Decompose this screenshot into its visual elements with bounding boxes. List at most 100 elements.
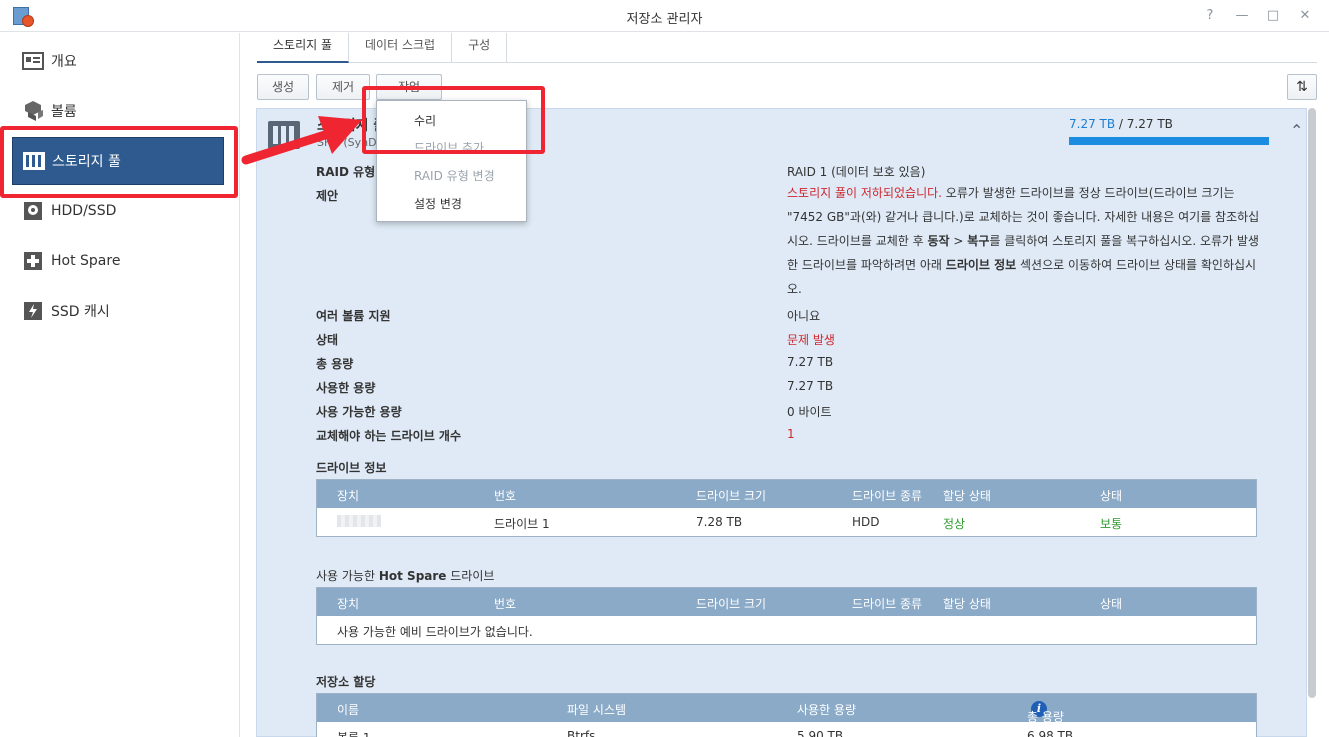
create-button[interactable]: 생성 (257, 74, 309, 100)
property-value: 7.27 TB (787, 379, 834, 393)
sidebar-item-ssd-cache[interactable]: SSD 캐시 (12, 287, 224, 335)
col-device[interactable]: 장치 (337, 487, 359, 504)
col-drive-type[interactable]: 드라이브 종류 (852, 487, 922, 504)
hot-spare-icon (22, 250, 44, 272)
device-name-redacted (337, 515, 381, 530)
property-value: 아니요 (787, 309, 821, 323)
sidebar-item-overview[interactable]: 개요 (12, 37, 224, 85)
col-total[interactable]: 총 용량 i (1027, 701, 1064, 724)
table-row[interactable]: 드라이브 1 7.28 TB HDD 정상 보통 (317, 508, 1256, 536)
property-label: 사용한 용량 (316, 381, 376, 395)
property-label: 여러 볼륨 지원 (316, 309, 391, 323)
col-alloc-status[interactable]: 할당 상태 (943, 487, 991, 504)
col-drive-size[interactable]: 드라이브 크기 (696, 487, 766, 504)
sidebar-item-label: Hot Spare (51, 253, 121, 269)
col-number[interactable]: 번호 (494, 595, 516, 612)
usage-bar-fill (1069, 137, 1269, 145)
window-title: 저장소 관리자 (626, 12, 703, 27)
allocation-header: 이름 파일 시스템 사용한 용량 총 용량 i (317, 694, 1256, 724)
alloc-filesystem: Btrfs (567, 729, 596, 737)
close-icon[interactable]: ✕ (1296, 7, 1314, 25)
suggestion-text: 스토리지 풀이 저하되었습니다. 오류가 발생한 드라이브를 정상 드라이브(드… (787, 181, 1267, 301)
suggestion-warning: 스토리지 풀이 저하되었습니다. (787, 186, 942, 200)
volume-icon (22, 100, 44, 122)
col-name[interactable]: 이름 (337, 701, 359, 718)
menu-item-change-raid: RAID 유형 변경 (414, 169, 495, 183)
drive-status: 보통 (1100, 517, 1123, 531)
col-number[interactable]: 번호 (494, 487, 516, 504)
col-alloc-status[interactable]: 할당 상태 (943, 595, 991, 612)
hot-spare-header: 장치 번호 드라이브 크기 드라이브 종류 할당 상태 상태 (317, 588, 1256, 616)
drive-info-table: 장치 번호 드라이브 크기 드라이브 종류 할당 상태 상태 드라이브 1 7.… (316, 479, 1257, 537)
sidebar-item-label: HDD/SSD (51, 203, 117, 219)
suggestion-gt: > (949, 234, 968, 248)
overview-icon (22, 50, 44, 72)
col-filesystem[interactable]: 파일 시스템 (567, 701, 626, 718)
col-used[interactable]: 사용한 용량 (797, 701, 856, 718)
property-label: 상태 (316, 333, 339, 347)
drive-info-title: 드라이브 정보 (316, 461, 387, 475)
alloc-total: 6.98 TB (1027, 729, 1074, 737)
title-bar: 저장소 관리자 ? — □ ✕ (0, 0, 1329, 32)
sidebar-item-label: SSD 캐시 (51, 304, 110, 320)
alloc-name: 볼륨 1 (337, 729, 371, 737)
col-device[interactable]: 장치 (337, 595, 359, 612)
drive-size: 7.28 TB (696, 515, 743, 529)
highlight-box-storage-pool (0, 126, 238, 198)
property-value: 7.27 TB (787, 355, 834, 369)
drive-number: 드라이브 1 (494, 517, 550, 531)
minimize-icon[interactable]: — (1233, 7, 1251, 25)
sidebar-item-label: 볼륨 (51, 104, 77, 120)
allocation-table: 이름 파일 시스템 사용한 용량 총 용량i 볼륨 1 Btrfs 5.90 T… (316, 693, 1257, 737)
allocation-title: 저장소 할당 (316, 675, 376, 689)
col-drive-type[interactable]: 드라이브 종류 (852, 595, 922, 612)
arrow-annotation (241, 116, 362, 165)
suggestion-bold-drive-info: 드라이브 정보 (945, 258, 1017, 272)
menu-item-change-settings[interactable]: 설정 변경 (414, 195, 462, 212)
highlight-box-repair (362, 86, 545, 154)
col-drive-size[interactable]: 드라이브 크기 (696, 595, 766, 612)
tab-bar: 스토리지 풀 데이터 스크럽 구성 (257, 33, 1317, 63)
col-status[interactable]: 상태 (1100, 595, 1122, 612)
tab-storage-pool[interactable]: 스토리지 풀 (257, 33, 350, 63)
tab-config[interactable]: 구성 (452, 33, 508, 63)
collapse-chevron-icon[interactable]: ⌃ (1290, 121, 1303, 140)
property-value: 0 바이트 (787, 405, 832, 419)
property-label: 교체해야 하는 드라이브 개수 (316, 429, 462, 443)
usage-text: 7.27 TB / 7.27 TB (1069, 117, 1173, 131)
empty-row: 사용 가능한 예비 드라이브가 없습니다. (317, 616, 1256, 644)
suggestion-bold-action: 동작 (927, 234, 950, 248)
usage-used: 7.27 TB (1069, 117, 1116, 131)
hot-spare-title: 사용 가능한 Hot Spare 드라이브 (316, 567, 494, 584)
property-label: 총 용량 (316, 357, 354, 371)
drive-type: HDD (852, 515, 880, 529)
hot-spare-title-suffix: 드라이브 (446, 569, 495, 583)
alloc-used: 5.90 TB (797, 729, 844, 737)
hot-spare-title-bold: Hot Spare (378, 569, 447, 583)
tab-data-scrub[interactable]: 데이터 스크럽 (349, 33, 453, 63)
suggestion-label: 제안 (316, 189, 339, 203)
col-status[interactable]: 상태 (1100, 487, 1122, 504)
drive-info-header: 장치 번호 드라이브 크기 드라이브 종류 할당 상태 상태 (317, 480, 1256, 508)
property-label: 사용 가능한 용량 (316, 405, 402, 419)
usage-total: 7.27 TB (1126, 117, 1173, 131)
usage-separator: / (1115, 117, 1127, 131)
property-value: 문제 발생 (787, 333, 835, 347)
ssd-cache-icon (22, 300, 44, 322)
sort-icon[interactable]: ⇅ (1287, 74, 1317, 100)
scrollbar[interactable] (1308, 108, 1316, 698)
alloc-status: 정상 (943, 517, 966, 531)
property-value: 1 (787, 427, 795, 441)
sidebar-item-hot-spare[interactable]: Hot Spare (12, 237, 224, 285)
hot-spare-title-prefix: 사용 가능한 (316, 569, 379, 583)
maximize-icon[interactable]: □ (1264, 7, 1282, 25)
sidebar-item-label: 개요 (51, 54, 77, 70)
usage-bar (1069, 137, 1269, 145)
suggestion-bold-repair: 복구 (967, 234, 990, 248)
raid-type-value: RAID 1 (데이터 보호 있음) (787, 165, 926, 179)
empty-message: 사용 가능한 예비 드라이브가 없습니다. (337, 625, 533, 639)
hot-spare-table: 장치 번호 드라이브 크기 드라이브 종류 할당 상태 상태 사용 가능한 예비… (316, 587, 1257, 645)
help-icon[interactable]: ? (1201, 7, 1219, 25)
table-row[interactable]: 볼륨 1 Btrfs 5.90 TB 6.98 TB (317, 722, 1256, 737)
hdd-icon (22, 200, 44, 222)
